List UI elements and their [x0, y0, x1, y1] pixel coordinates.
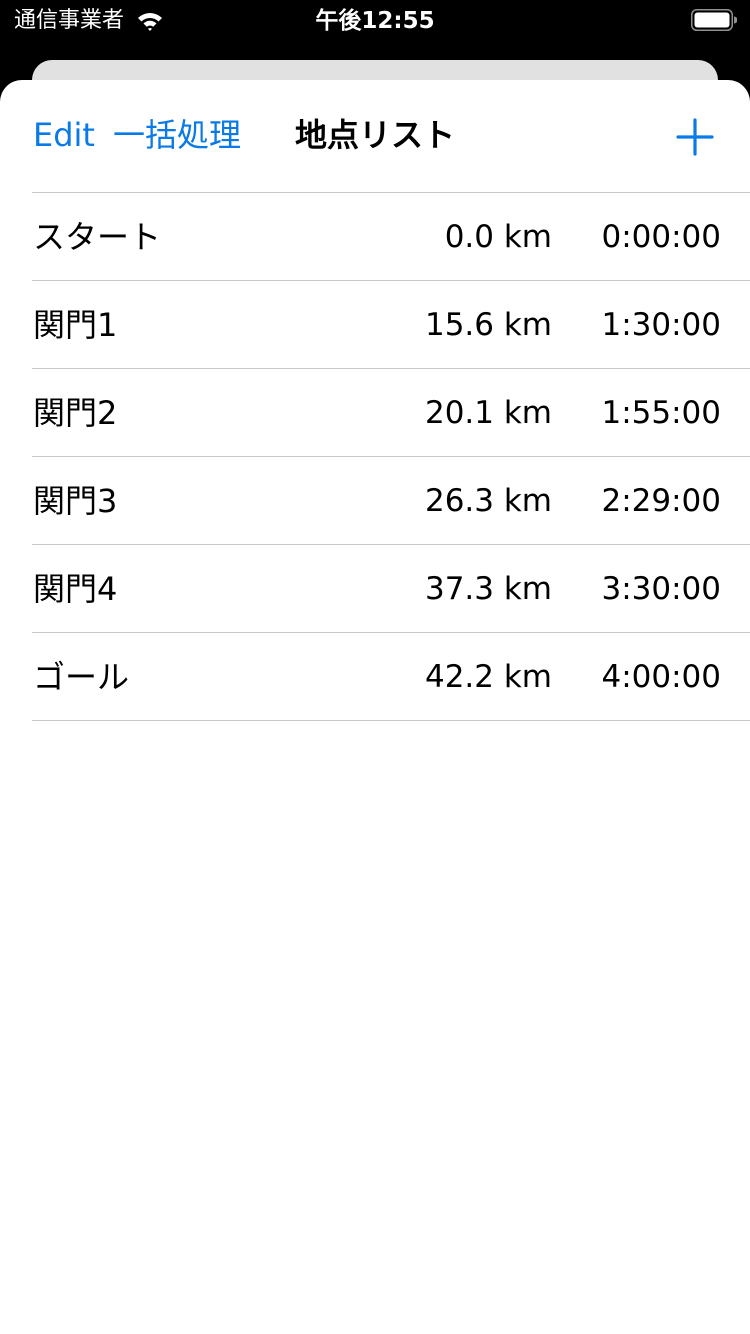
point-time: 1:55:00 — [601, 395, 721, 431]
list-item[interactable]: 関門4 37.3 km 3:30:00 — [0, 545, 750, 633]
list-item[interactable]: ゴール 42.2 km 4:00:00 — [0, 633, 750, 721]
page-title: 地点リスト — [294, 116, 455, 154]
point-name: スタート — [33, 218, 162, 256]
edit-button[interactable]: Edit — [33, 112, 95, 158]
list-item[interactable]: 関門3 26.3 km 2:29:00 — [0, 457, 750, 545]
point-time: 3:30:00 — [601, 571, 721, 607]
point-name: 関門1 — [33, 306, 118, 344]
point-distance: 37.3 km — [424, 571, 552, 607]
point-distance: 0.0 km — [444, 219, 552, 255]
list-item[interactable]: 関門1 15.6 km 1:30:00 — [0, 281, 750, 369]
point-name: 関門3 — [33, 482, 118, 520]
point-list: スタート 0.0 km 0:00:00 関門1 15.6 km 1:30:00 … — [0, 192, 750, 721]
list-item[interactable]: スタート 0.0 km 0:00:00 — [0, 193, 750, 281]
point-time: 1:30:00 — [601, 307, 721, 343]
battery-full-icon — [691, 9, 737, 31]
point-name: 関門4 — [33, 570, 118, 608]
point-distance: 26.3 km — [424, 483, 552, 519]
list-item[interactable]: 関門2 20.1 km 1:55:00 — [0, 369, 750, 457]
point-list-sheet: Edit 一括処理 地点リスト スタート 0.0 km 0:00:00 関門1 … — [0, 80, 750, 1334]
point-distance: 20.1 km — [424, 395, 552, 431]
point-name: 関門2 — [33, 394, 118, 432]
point-time: 2:29:00 — [601, 483, 721, 519]
status-time: 午後12:55 — [315, 8, 435, 34]
point-distance: 15.6 km — [424, 307, 552, 343]
navigation-bar: Edit 一括処理 地点リスト — [0, 80, 750, 192]
add-point-button[interactable] — [676, 118, 714, 156]
point-distance: 42.2 km — [424, 659, 552, 695]
plus-icon — [676, 118, 714, 156]
point-name: ゴール — [33, 658, 130, 696]
status-bar: 通信事業者 午後12:55 — [0, 0, 750, 40]
point-time: 0:00:00 — [601, 219, 721, 255]
screen: 通信事業者 午後12:55 Edit 一括処理 地点リスト スタート 0.0 k… — [0, 0, 750, 1334]
point-time: 4:00:00 — [601, 659, 721, 695]
